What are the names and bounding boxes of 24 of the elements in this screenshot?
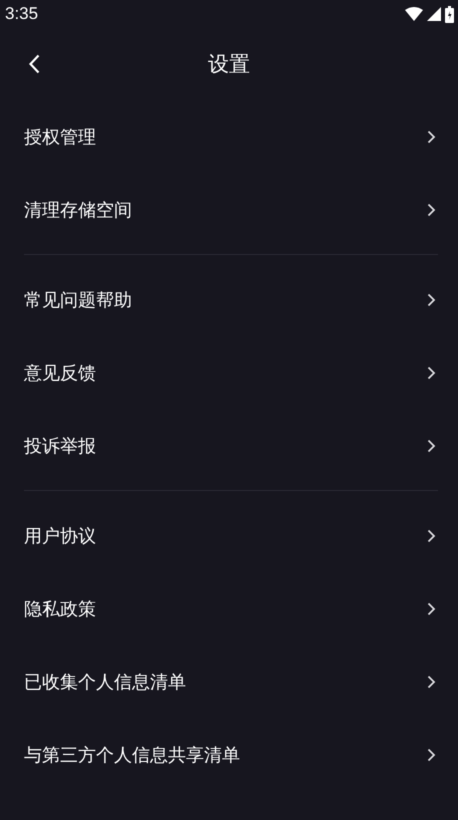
- chevron-right-icon: [427, 202, 436, 216]
- chevron-right-icon: [427, 366, 436, 380]
- battery-icon: [445, 6, 454, 22]
- settings-item[interactable]: 隐私政策: [0, 572, 458, 645]
- chevron-right-icon: [427, 528, 436, 542]
- signal-icon: [427, 7, 441, 21]
- chevron-right-icon: [427, 748, 436, 762]
- back-icon: [28, 54, 40, 74]
- chevron-right-icon: [427, 674, 436, 688]
- settings-item[interactable]: 已收集个人信息清单: [0, 645, 458, 718]
- settings-item[interactable]: 授权管理: [0, 100, 458, 173]
- chevron-right-icon: [427, 438, 436, 452]
- status-time: 3:35: [5, 4, 38, 24]
- settings-item[interactable]: 投诉举报: [0, 409, 458, 482]
- settings-item[interactable]: 用户协议: [0, 499, 458, 572]
- settings-item[interactable]: 与第三方个人信息共享清单: [0, 718, 458, 791]
- wifi-icon: [405, 7, 423, 21]
- settings-item[interactable]: 清理存储空间: [0, 173, 458, 246]
- settings-item[interactable]: 常见问题帮助: [0, 263, 458, 336]
- settings-item[interactable]: 意见反馈: [0, 336, 458, 409]
- page-title: 设置: [208, 51, 250, 78]
- chevron-right-icon: [427, 130, 436, 144]
- chevron-right-icon: [427, 602, 436, 616]
- chevron-right-icon: [427, 292, 436, 306]
